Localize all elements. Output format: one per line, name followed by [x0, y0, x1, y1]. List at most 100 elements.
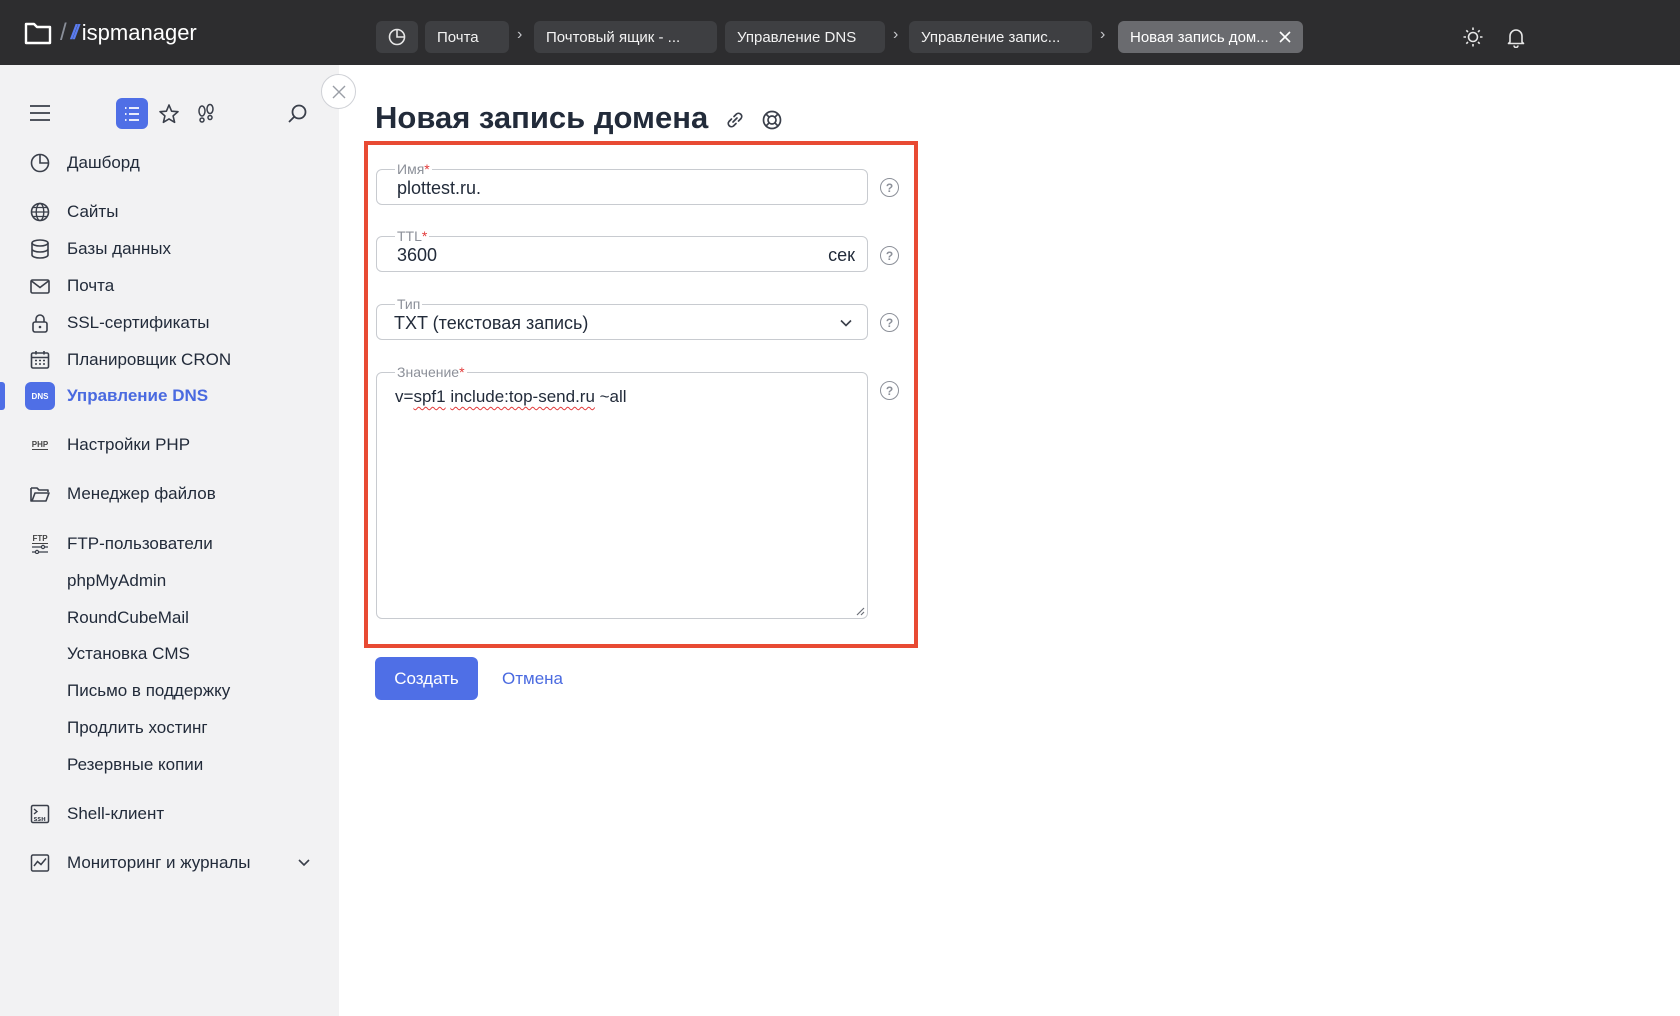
sidebar-item-label: Настройки PHP	[67, 435, 191, 454]
chart-icon	[28, 852, 52, 874]
ttl-value: 3600	[397, 245, 438, 265]
chevron-down-icon[interactable]	[297, 858, 311, 868]
sidebar-item-label: Управление DNS	[67, 386, 209, 405]
ttl-unit: сек	[828, 245, 855, 265]
value-text: v=spf1 include:top-send.ru ~all	[395, 387, 627, 406]
php-icon: PHP	[31, 440, 49, 450]
help-icon[interactable]: ?	[880, 313, 899, 332]
dashboard-icon	[388, 28, 406, 46]
help-icon[interactable]: ?	[880, 178, 899, 197]
star-icon[interactable]	[158, 103, 180, 125]
logo[interactable]: / // ispmanager	[24, 19, 197, 46]
chevron-right-icon: ›	[1100, 26, 1106, 43]
notifications-bell-icon[interactable]	[1505, 26, 1527, 48]
breadcrumb-label: Новая запись дом...	[1130, 28, 1269, 46]
sidebar-item-file-manager[interactable]: Менеджер файлов	[0, 477, 339, 511]
sidebar-item-databases[interactable]: Базы данных	[0, 232, 339, 266]
sidebar-item-php[interactable]: PHP Настройки PHP	[0, 428, 339, 462]
chevron-right-icon: ›	[517, 26, 523, 43]
sidebar-item-monitoring[interactable]: Мониторинг и журналы	[0, 846, 339, 880]
sidebar-item-support-letter[interactable]: Письмо в поддержку	[0, 674, 339, 708]
sidebar-item-backups[interactable]: Резервные копии	[0, 748, 339, 782]
sidebar-item-label: Shell-клиент	[67, 804, 165, 823]
sidebar-item-mail[interactable]: Почта	[0, 269, 339, 303]
sidebar-item-label: FTP-пользователи	[67, 534, 213, 553]
breadcrumb-mailbox[interactable]: Почтовый ящик - ...	[534, 21, 717, 53]
link-icon[interactable]	[723, 108, 747, 132]
sidebar-item-install-cms[interactable]: Установка CMS	[0, 637, 339, 671]
page-title: Новая запись домена	[375, 100, 709, 135]
sidebar-item-renew-hosting[interactable]: Продлить хостинг	[0, 711, 339, 745]
sidebar-item-cron[interactable]: Планировщик CRON	[0, 343, 339, 377]
dashboard-icon	[28, 152, 52, 174]
breadcrumb-dashboard-button[interactable]	[376, 21, 418, 53]
ftp-icon: FTP	[28, 533, 52, 555]
value-textarea[interactable]: Значение* v=spf1 include:top-send.ru ~al…	[376, 363, 868, 619]
breadcrumb-label: Управление запис...	[921, 28, 1061, 46]
breadcrumb-dns[interactable]: Управление DNS	[725, 21, 885, 53]
logo-slash: /	[60, 19, 67, 46]
breadcrumb-records[interactable]: Управление запис...	[909, 21, 1092, 53]
sidebar-item-label: Письмо в поддержку	[67, 681, 231, 700]
menu-hamburger-icon[interactable]	[29, 104, 51, 122]
sidebar-item-label: phpMyAdmin	[67, 571, 167, 590]
footsteps-icon[interactable]	[195, 103, 217, 125]
breadcrumb-label: Управление DNS	[737, 28, 857, 46]
terminal-icon: SSH	[28, 803, 52, 825]
sidebar-item-label: Дашборд	[67, 153, 140, 172]
help-icon[interactable]: ?	[880, 381, 899, 400]
type-value: TXT (текстовая запись)	[394, 313, 589, 333]
sidebar-item-label: Базы данных	[67, 239, 172, 258]
sidebar-item-label: Мониторинг и журналы	[67, 853, 251, 872]
lock-icon	[28, 312, 52, 334]
close-sidebar-button[interactable]	[321, 74, 356, 109]
database-icon	[28, 238, 52, 260]
sidebar-item-shell-client[interactable]: SSH Shell-клиент	[0, 797, 339, 831]
ttl-label: TTL*	[395, 227, 430, 245]
type-select[interactable]: Тип TXT (текстовая запись)	[376, 295, 868, 340]
search-icon[interactable]	[287, 103, 309, 125]
list-view-button[interactable]	[116, 98, 148, 129]
sidebar-item-dns[interactable]: DNS Управление DNS	[0, 379, 339, 413]
breadcrumb-mail[interactable]: Почта	[425, 21, 509, 53]
sidebar-item-label: Планировщик CRON	[67, 350, 232, 369]
cancel-button[interactable]: Отмена	[502, 669, 563, 689]
sidebar-item-label: Почта	[67, 276, 115, 295]
ttl-field[interactable]: TTL* 3600 сек	[376, 227, 868, 272]
sidebar-item-label: SSL-сертификаты	[67, 313, 210, 332]
sidebar-item-label: RoundCubeMail	[67, 608, 189, 627]
dns-icon: DNS	[25, 382, 55, 410]
folder-icon	[28, 483, 52, 505]
list-icon	[125, 106, 139, 121]
sidebar-item-dashboard[interactable]: Дашборд	[0, 146, 339, 180]
close-icon[interactable]	[1279, 31, 1291, 43]
svg-text:SSH: SSH	[34, 817, 47, 823]
sidebar-item-label: Сайты	[67, 202, 119, 221]
sidebar-item-roundcubemail[interactable]: RoundCubeMail	[0, 601, 339, 635]
sidebar-item-sites[interactable]: Сайты	[0, 195, 339, 229]
sidebar-item-label: Резервные копии	[67, 755, 204, 774]
logo-mark: //	[70, 21, 79, 44]
create-button[interactable]: Создать	[375, 657, 478, 700]
sidebar-item-ftp[interactable]: FTP FTP-пользователи	[0, 527, 339, 561]
mail-icon	[28, 275, 52, 297]
sidebar-item-label: Продлить хостинг	[67, 718, 208, 737]
breadcrumb-new-record[interactable]: Новая запись дом...	[1118, 21, 1303, 53]
breadcrumb-label: Почтовый ящик - ...	[546, 28, 681, 46]
help-lifebuoy-icon[interactable]	[760, 108, 784, 132]
name-field[interactable]: Имя* plottest.ru.	[376, 160, 868, 205]
close-icon	[332, 85, 345, 98]
top-bar: / // ispmanager Почта › Почтовый ящик - …	[0, 0, 1680, 65]
folder-logo-icon	[24, 22, 52, 45]
resize-handle-icon[interactable]	[855, 606, 865, 616]
name-label: Имя*	[395, 160, 432, 178]
theme-sun-icon[interactable]	[1462, 26, 1484, 48]
sidebar-item-ssl[interactable]: SSL-сертификаты	[0, 306, 339, 340]
sidebar-item-label: Установка CMS	[67, 644, 190, 663]
sidebar-item-phpmyadmin[interactable]: phpMyAdmin	[0, 564, 339, 598]
logo-text: ispmanager	[81, 20, 197, 45]
help-icon[interactable]: ?	[880, 246, 899, 265]
globe-icon	[28, 201, 52, 223]
sidebar-item-label: Менеджер файлов	[67, 484, 216, 503]
chevron-right-icon: ›	[893, 26, 899, 43]
